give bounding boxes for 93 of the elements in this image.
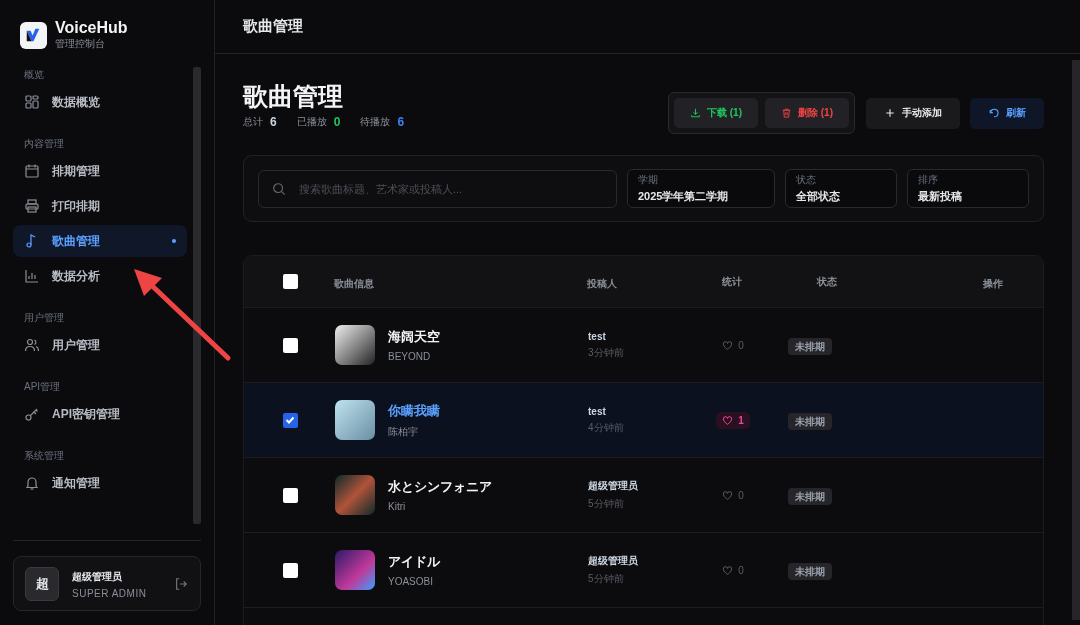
row-checkbox[interactable] xyxy=(282,337,298,353)
submitter-name: test xyxy=(588,330,607,342)
download-button[interactable]: 下载 (1) xyxy=(674,98,758,128)
song-title: 海阔天空 xyxy=(388,328,440,346)
status-badge: 未排期 xyxy=(788,488,832,505)
brand-subtitle: 管理控制台 xyxy=(55,37,106,51)
row-checkbox[interactable] xyxy=(282,487,298,503)
sidebar-item[interactable]: 歌曲管理 xyxy=(13,225,187,257)
printer-icon xyxy=(24,198,40,214)
song-title: 你瞒我瞒 xyxy=(388,401,440,420)
album-cover-placeholder xyxy=(335,325,375,365)
filter-dropdown[interactable]: 排序 最新投稿 xyxy=(907,169,1029,208)
heart-icon xyxy=(722,339,734,351)
stat-value: 6 xyxy=(270,115,277,129)
column-header: 操作 xyxy=(983,277,1003,289)
submit-time: 4分钟前 xyxy=(588,420,625,435)
status-badge: 未排期 xyxy=(788,413,832,430)
scrollbar[interactable] xyxy=(193,67,201,524)
stat-value: 0 xyxy=(333,115,341,129)
trash-icon xyxy=(781,107,792,119)
sidebar-item[interactable]: 数据分析 xyxy=(13,260,187,292)
album-cover-placeholder xyxy=(335,550,375,590)
sidebar-item[interactable]: 打印排期 xyxy=(13,190,187,222)
section-heading: 系统管理 xyxy=(23,449,65,463)
search-field[interactable]: 搜索歌曲标题、艺术家或投稿人... xyxy=(258,169,617,208)
select-all-checkbox[interactable] xyxy=(282,274,298,289)
heart-icon xyxy=(722,489,734,501)
submit-time: 5分钟前 xyxy=(588,572,625,586)
song-artist: Kitri xyxy=(388,501,407,512)
brand-name: VoiceHub xyxy=(55,19,128,37)
bar-chart-icon xyxy=(24,268,40,284)
column-header: 状态 xyxy=(817,274,837,289)
refresh-icon xyxy=(988,107,1000,119)
row-checkbox[interactable] xyxy=(282,412,298,428)
stat-label: 待播放 xyxy=(360,115,391,129)
sidebar-item[interactable]: API密钥管理 xyxy=(13,398,187,430)
stat-label: 已播放 xyxy=(296,115,327,129)
heart-icon xyxy=(722,414,734,426)
plus-icon xyxy=(884,107,896,119)
section-heading: 用户管理 xyxy=(23,311,65,325)
table-row[interactable]: アイドル YOASOBI 超级管理员 5分钟前 0 未排期 xyxy=(244,533,1043,608)
section-heading: 内容管理 xyxy=(23,137,65,151)
bell-icon xyxy=(24,475,40,491)
album-cover-placeholder xyxy=(335,400,375,440)
column-header: 投稿人 xyxy=(587,277,617,289)
like-count[interactable]: 1 xyxy=(716,411,750,429)
page-title: 歌曲管理 xyxy=(243,81,344,111)
submit-time: 3分钟前 xyxy=(588,345,625,360)
download-icon xyxy=(690,107,701,119)
logo-icon xyxy=(20,21,47,49)
logout-icon[interactable] xyxy=(174,577,188,591)
sidebar-item[interactable]: 通知管理 xyxy=(13,467,187,499)
user-name: 超级管理员 xyxy=(72,569,123,584)
submit-time: 5分钟前 xyxy=(588,497,625,511)
active-dot xyxy=(172,239,176,243)
submitter-name: test xyxy=(588,405,607,417)
filter-dropdown[interactable]: 学期 2025学年第二学期 xyxy=(627,169,775,208)
album-cover-placeholder xyxy=(335,475,375,515)
avatar: 超 xyxy=(25,567,59,601)
song-artist: 陈柏宇 xyxy=(388,424,419,439)
table-row[interactable]: 你瞒我瞒 陈柏宇 test 4分钟前 1 未排期 xyxy=(244,383,1043,458)
submitter-name: 超级管理员 xyxy=(588,554,639,568)
refresh-button[interactable]: 刷新 xyxy=(970,97,1044,129)
stat-label: 总计 xyxy=(243,115,263,129)
submitter-name: 超级管理员 xyxy=(588,479,639,493)
calendar-icon xyxy=(24,163,40,179)
stat-value: 6 xyxy=(397,115,405,129)
song-artist: YOASOBI xyxy=(388,576,434,587)
add-button[interactable]: 手动添加 xyxy=(866,97,960,129)
table-row[interactable]: 水とシンフォニア Kitri 超级管理员 5分钟前 0 未排期 xyxy=(244,458,1043,533)
song-title: 水とシンフォニア xyxy=(388,478,492,496)
heart-icon xyxy=(722,564,734,576)
row-checkbox[interactable] xyxy=(282,562,298,578)
sidebar-item[interactable]: 排期管理 xyxy=(13,155,187,187)
column-header: 歌曲信息 xyxy=(334,277,374,289)
sidebar-item[interactable]: 用户管理 xyxy=(13,329,187,361)
scrollbar[interactable] xyxy=(1072,60,1080,620)
search-icon xyxy=(272,181,286,196)
status-badge: 未排期 xyxy=(788,338,832,355)
filter-dropdown[interactable]: 状态 全部状态 xyxy=(785,169,897,208)
song-artist: BEYOND xyxy=(388,351,432,362)
sidebar-item[interactable]: 数据概览 xyxy=(13,86,187,118)
delete-button[interactable]: 删除 (1) xyxy=(765,98,849,128)
song-title: アイドル xyxy=(388,553,440,571)
user-role: SUPER ADMIN xyxy=(72,587,148,599)
users-icon xyxy=(24,337,40,353)
header-title: 歌曲管理 xyxy=(243,17,303,36)
section-heading: 概览 xyxy=(23,68,45,82)
status-badge: 未排期 xyxy=(788,563,832,580)
key-icon xyxy=(24,406,40,422)
column-header: 统计 xyxy=(722,274,742,289)
grid-icon xyxy=(24,94,40,110)
section-heading: API管理 xyxy=(23,380,62,394)
